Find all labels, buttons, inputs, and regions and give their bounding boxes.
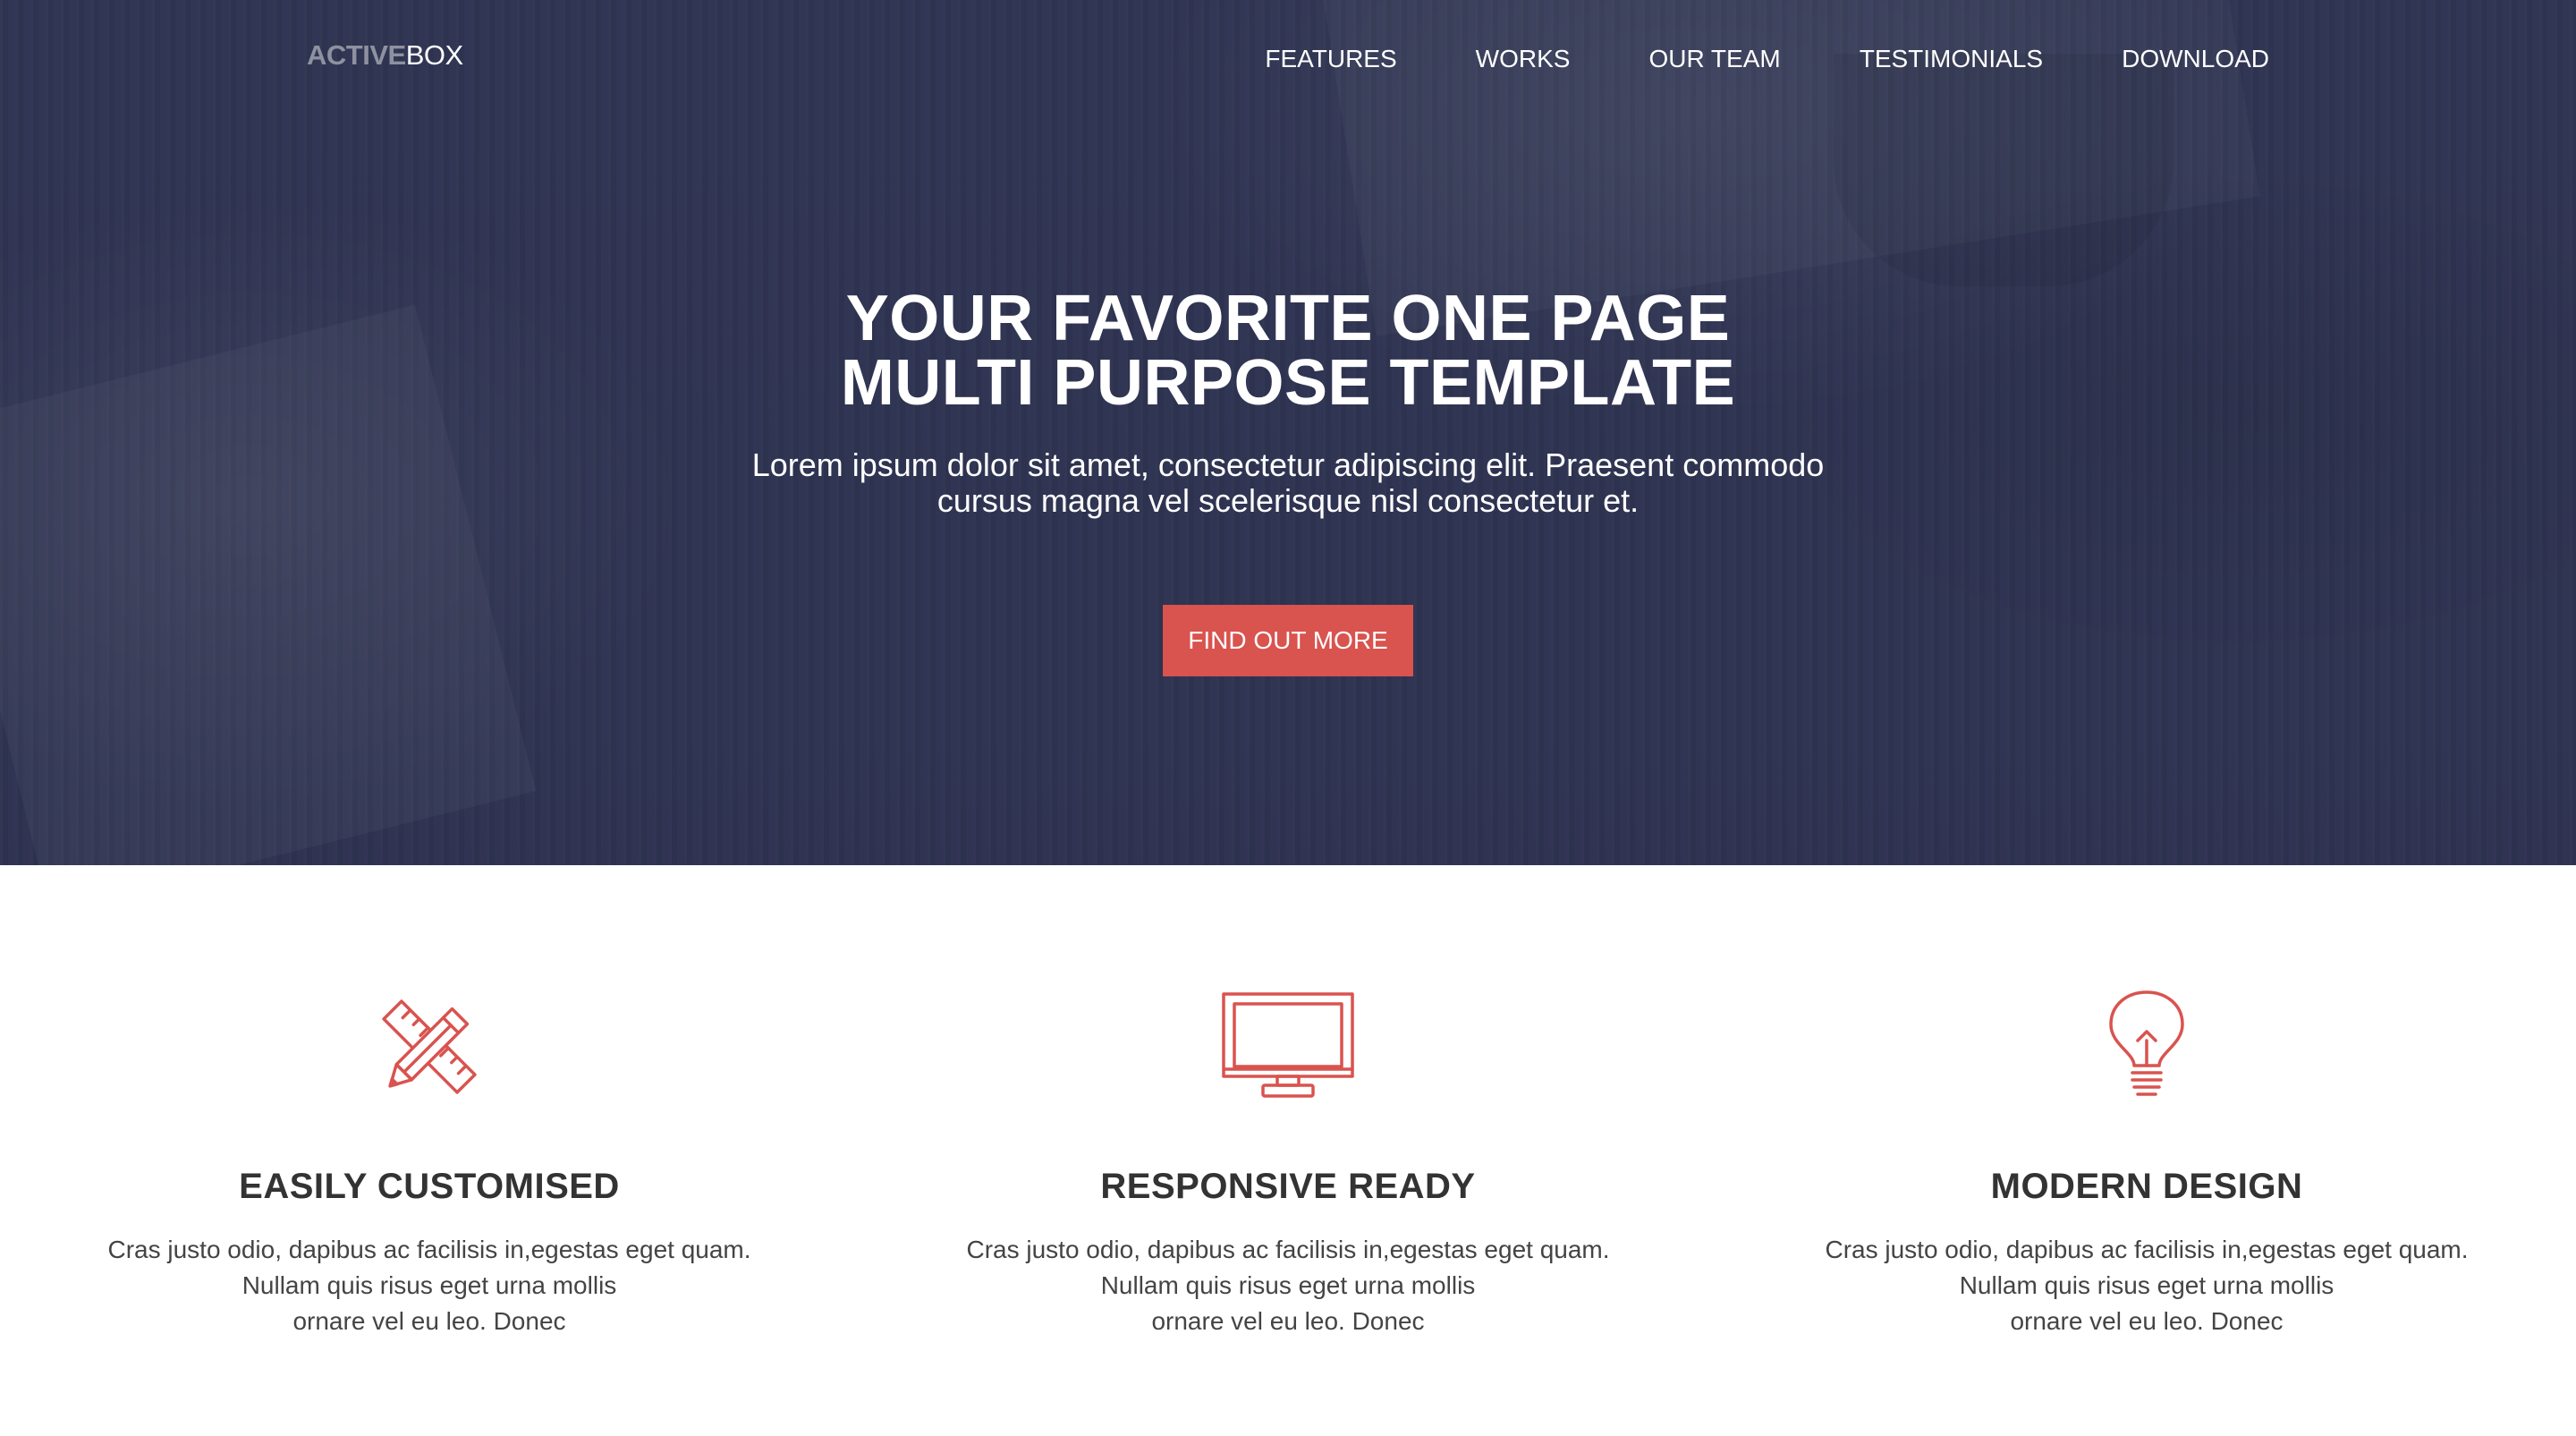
main-nav: FEATURES WORKS OUR TEAM TESTIMONIALS DOW… xyxy=(1265,43,2269,75)
hero-subtitle-line-2: cursus magna vel scelerisque nisl consec… xyxy=(936,482,1640,519)
feature-description-line: Nullam quis risus eget urna mollis xyxy=(1100,1271,1476,1299)
feature-description-line: Cras justo odio, dapibus ac facilisis in… xyxy=(966,1236,1610,1263)
hero-content: YOUR FAVORITE ONE PAGE MULTI PURPOSE TEM… xyxy=(0,286,2576,676)
top-navigation-bar: ACTIVEBOX FEATURES WORKS OUR TEAM TESTIM… xyxy=(0,0,2576,125)
logo-text-box: BOX xyxy=(405,39,463,71)
features-section: EASILY CUSTOMISED Cras justo odio, dapib… xyxy=(0,865,2576,1436)
hero-title-line-2: MULTI PURPOSE TEMPLATE xyxy=(840,347,1736,419)
feature-description: Cras justo odio, dapibus ac facilisis in… xyxy=(1717,1232,2576,1339)
nav-link-download[interactable]: DOWNLOAD xyxy=(2122,43,2269,75)
feature-description-line: ornare vel eu leo. Donec xyxy=(1151,1307,1425,1335)
feature-description-line: Cras justo odio, dapibus ac facilisis in… xyxy=(1825,1236,2469,1263)
feature-title: RESPONSIVE READY xyxy=(1100,1167,1476,1206)
pencil-ruler-icon xyxy=(358,989,501,1105)
feature-description-line: Nullam quis risus eget urna mollis xyxy=(242,1271,617,1299)
feature-title: EASILY CUSTOMISED xyxy=(239,1167,620,1206)
nav-link-works[interactable]: WORKS xyxy=(1476,43,1571,75)
feature-title: MODERN DESIGN xyxy=(1990,1167,2303,1206)
nav-link-our-team[interactable]: OUR TEAM xyxy=(1648,43,1780,75)
feature-description: Cras justo odio, dapibus ac facilisis in… xyxy=(859,1232,1717,1339)
find-out-more-button[interactable]: FIND OUT MORE xyxy=(1163,605,1413,676)
hero-subtitle-line-1: Lorem ipsum dolor sit amet, consectetur … xyxy=(751,446,1825,483)
lightbulb-icon xyxy=(2075,989,2218,1105)
feature-description: Cras justo odio, dapibus ac facilisis in… xyxy=(0,1232,859,1339)
feature-description-line: ornare vel eu leo. Donec xyxy=(292,1307,566,1335)
feature-description-line: Cras justo odio, dapibus ac facilisis in… xyxy=(107,1236,751,1263)
nav-link-testimonials[interactable]: TESTIMONIALS xyxy=(1860,43,2043,75)
hero-subtitle: Lorem ipsum dolor sit amet, consectetur … xyxy=(0,447,2576,519)
feature-description-line: Nullam quis risus eget urna mollis xyxy=(1959,1271,2334,1299)
nav-link-features[interactable]: FEATURES xyxy=(1265,43,1396,75)
hero-title: YOUR FAVORITE ONE PAGE MULTI PURPOSE TEM… xyxy=(0,286,2576,415)
hero-title-line-1: YOUR FAVORITE ONE PAGE xyxy=(845,283,1731,354)
site-logo[interactable]: ACTIVEBOX xyxy=(307,39,463,72)
feature-description-line: ornare vel eu leo. Donec xyxy=(2010,1307,2284,1335)
logo-text-active: ACTIVE xyxy=(307,39,406,71)
monitor-icon xyxy=(1216,989,1360,1105)
hero-section: ACTIVEBOX FEATURES WORKS OUR TEAM TESTIM… xyxy=(0,0,2576,865)
